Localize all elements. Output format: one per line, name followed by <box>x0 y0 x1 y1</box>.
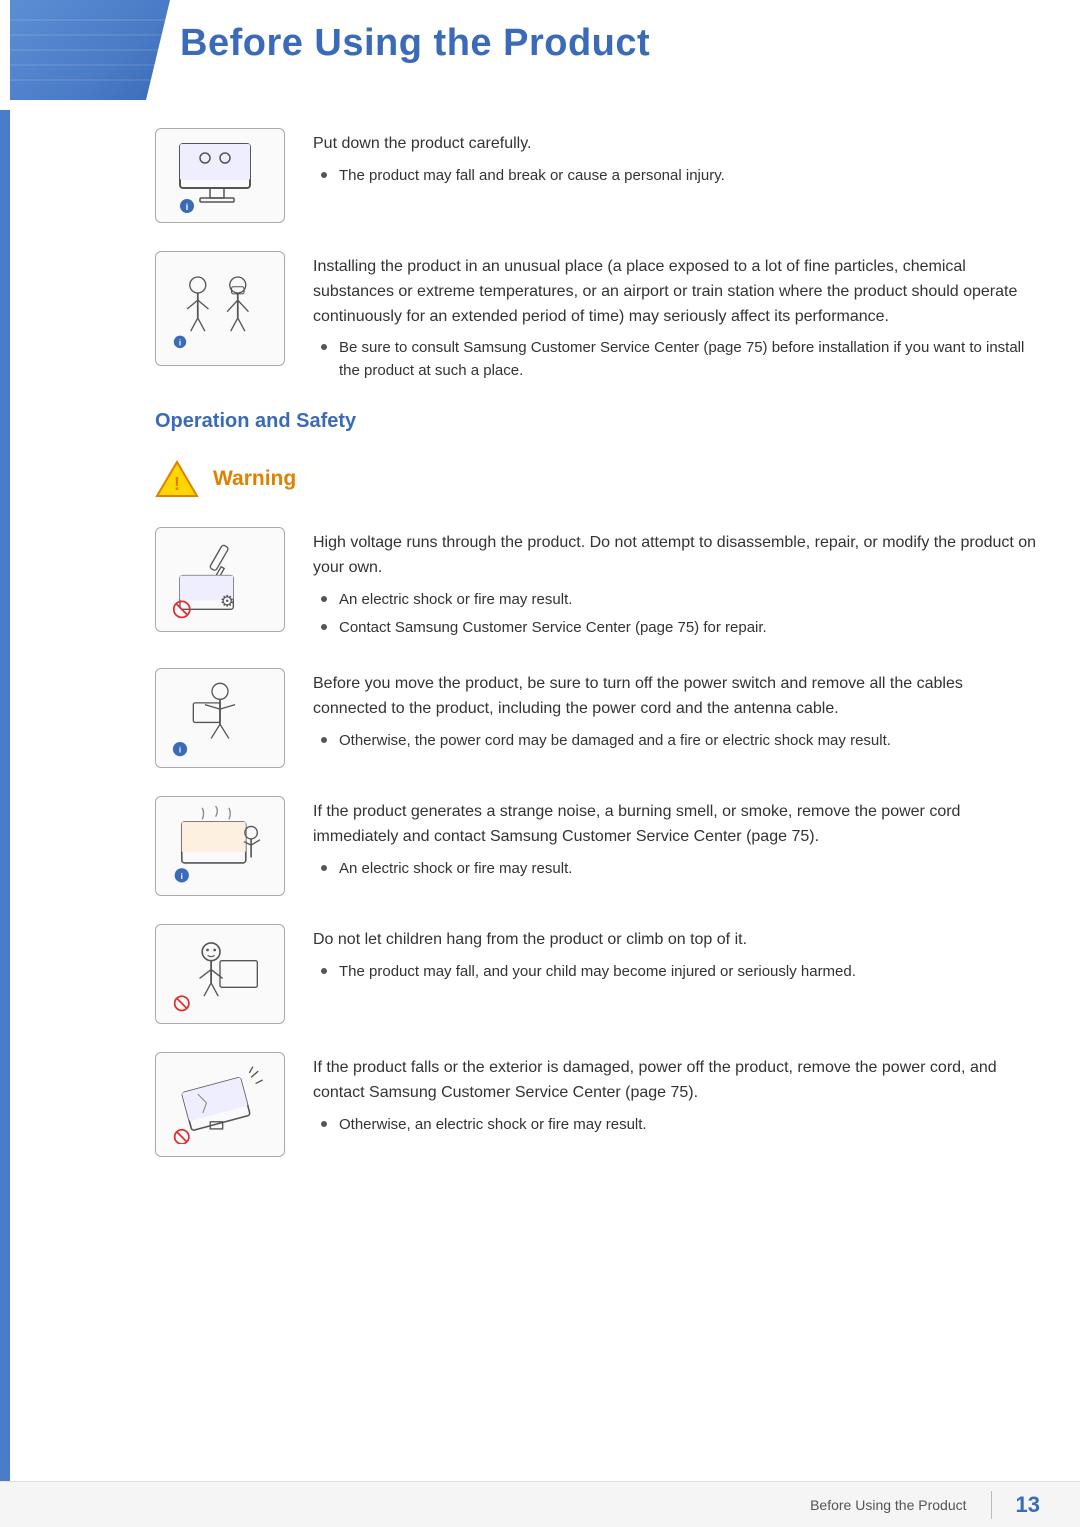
main-text-move-product: Before you move the product, be sure to … <box>313 672 1040 722</box>
content-area: i Put down the product carefully. The pr… <box>155 110 1040 1477</box>
footer-page-number: 13 <box>1016 1492 1040 1518</box>
warning-move-product: i Before you move the product, be sure t… <box>155 668 1040 768</box>
warning-block: ! Warning <box>155 459 1040 499</box>
icon-strange-noise: i <box>155 796 285 896</box>
warning-children-hang: Do not let children hang from the produc… <box>155 924 1040 1024</box>
svg-text:i: i <box>179 746 181 755</box>
bullet-text-falls-0: Otherwise, an electric shock or fire may… <box>339 1114 647 1137</box>
page-title: Before Using the Product <box>180 22 650 65</box>
main-text-put-down: Put down the product carefully. <box>313 132 1040 157</box>
icon-monitor-careful: i <box>155 128 285 223</box>
text-block-move-product: Before you move the product, be sure to … <box>313 668 1040 752</box>
svg-text:i: i <box>186 202 189 212</box>
bullet-text-children-0: The product may fall, and your child may… <box>339 961 856 984</box>
main-text-children-hang: Do not let children hang from the produc… <box>313 928 1040 953</box>
left-accent-bar <box>0 0 10 1527</box>
bullet-dot <box>321 596 327 602</box>
text-block-unusual: Installing the product in an unusual pla… <box>313 251 1040 382</box>
bullet-children-0: The product may fall, and your child may… <box>313 961 1040 984</box>
warning-strange-noise: i If the product generates a strange noi… <box>155 796 1040 896</box>
main-text-high-voltage: High voltage runs through the product. D… <box>313 531 1040 581</box>
bullet-voltage-0: An electric shock or fire may result. <box>313 589 1040 612</box>
svg-text:!: ! <box>174 474 180 494</box>
svg-text:⚙: ⚙ <box>220 594 234 611</box>
instruction-unusual-place: i Installing the product in an unusual p… <box>155 251 1040 382</box>
bullet-text-move-0: Otherwise, the power cord may be damaged… <box>339 730 891 753</box>
bullet-dot <box>321 172 327 178</box>
icon-high-voltage: ⚙ <box>155 527 285 632</box>
bullet-dot <box>321 344 327 350</box>
footer-separator <box>991 1491 992 1519</box>
main-text-product-falls: If the product falls or the exterior is … <box>313 1056 1040 1106</box>
text-block-high-voltage: High voltage runs through the product. D… <box>313 527 1040 640</box>
warning-product-falls: If the product falls or the exterior is … <box>155 1052 1040 1157</box>
bullet-falls-0: Otherwise, an electric shock or fire may… <box>313 1114 1040 1137</box>
main-text-strange-noise: If the product generates a strange noise… <box>313 800 1040 850</box>
bullet-dot <box>321 968 327 974</box>
footer-section-label: Before Using the Product <box>810 1497 966 1513</box>
section-heading-operation-safety: Operation and Safety <box>155 410 1040 433</box>
warning-label: Warning <box>213 467 296 491</box>
bullet-noise-0: An electric shock or fire may result. <box>313 858 1040 881</box>
main-text-unusual: Installing the product in an unusual pla… <box>313 255 1040 329</box>
instruction-put-down: i Put down the product carefully. The pr… <box>155 128 1040 223</box>
warning-triangle-icon: ! <box>155 459 199 499</box>
text-block-product-falls: If the product falls or the exterior is … <box>313 1052 1040 1136</box>
svg-text:i: i <box>179 338 181 347</box>
bullet-text-voltage-0: An electric shock or fire may result. <box>339 589 572 612</box>
text-block-strange-noise: If the product generates a strange noise… <box>313 796 1040 880</box>
bullet-dot <box>321 865 327 871</box>
icon-unusual-place: i <box>155 251 285 366</box>
page-container: Before Using the Product i <box>0 0 1080 1527</box>
text-block-children-hang: Do not let children hang from the produc… <box>313 924 1040 983</box>
bullet-text-voltage-1: Contact Samsung Customer Service Center … <box>339 617 767 640</box>
icon-product-falls <box>155 1052 285 1157</box>
bullet-dot <box>321 624 327 630</box>
bullet-move-0: Otherwise, the power cord may be damaged… <box>313 730 1040 753</box>
svg-text:i: i <box>181 872 183 881</box>
bullet-dot <box>321 737 327 743</box>
bullet-text-put-down-0: The product may fall and break or cause … <box>339 165 725 188</box>
text-block-put-down: Put down the product carefully. The prod… <box>313 128 1040 187</box>
bullet-unusual-0: Be sure to consult Samsung Customer Serv… <box>313 337 1040 382</box>
bullet-text-unusual-0: Be sure to consult Samsung Customer Serv… <box>339 337 1040 382</box>
bullet-dot <box>321 1121 327 1127</box>
icon-move-product: i <box>155 668 285 768</box>
bullet-put-down-0: The product may fall and break or cause … <box>313 165 1040 188</box>
icon-children-hang <box>155 924 285 1024</box>
bullet-voltage-1: Contact Samsung Customer Service Center … <box>313 617 1040 640</box>
header-area: Before Using the Product <box>0 0 1080 110</box>
page-footer: Before Using the Product 13 <box>0 1481 1080 1527</box>
warning-high-voltage: ⚙ High voltage runs through the product.… <box>155 527 1040 640</box>
bullet-text-noise-0: An electric shock or fire may result. <box>339 858 572 881</box>
